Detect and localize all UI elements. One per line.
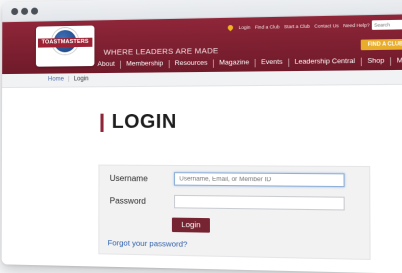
nav-item-membership[interactable]: Membership [119,60,169,69]
find-a-club-button[interactable]: FIND A CLUB [360,38,402,51]
browser-window: TOASTMASTERS WHERE LEADERS ARE MADE Logi… [1,0,402,273]
nav-item-my-toastmasters[interactable]: My Toastmasters [389,56,402,66]
toastmasters-logo[interactable]: TOASTMASTERS [35,25,95,67]
utility-link-find-club[interactable]: Find a Club [255,24,280,30]
nav-item-resources[interactable]: Resources [168,59,213,69]
breadcrumb-separator: | [68,76,70,83]
nav-item-shop[interactable]: Shop [360,57,391,67]
site-search-input[interactable] [371,19,402,30]
page-title-text: LOGIN [111,111,177,133]
nav-item-leadership-central[interactable]: Leadership Central [288,57,361,67]
main-content: LOGIN Username Password Login Forgot you… [1,84,402,273]
breadcrumb-current: Login [73,76,89,83]
utility-links: Login Find a Club Start a Club Contact U… [226,23,370,32]
window-minimize-dot[interactable] [21,7,29,15]
login-button[interactable]: Login [171,217,210,233]
nav-item-about[interactable]: About [97,61,120,69]
forgot-password-link[interactable]: Forgot your password? [108,238,188,249]
password-field[interactable] [174,194,345,211]
stage: TOASTMASTERS WHERE LEADERS ARE MADE Logi… [0,0,402,273]
login-form: Username Password Login Forgot your pass… [98,164,371,260]
site-header: TOASTMASTERS WHERE LEADERS ARE MADE Logi… [2,14,402,75]
logo-wordmark: TOASTMASTERS [37,37,93,48]
window-zoom-dot[interactable] [31,7,39,15]
title-accent-bar [100,113,104,132]
nav-item-magazine[interactable]: Magazine [212,58,255,68]
username-label: Username [109,173,148,184]
utility-link-help[interactable]: Need Help? [343,23,369,29]
utility-link-contact[interactable]: Contact Us [314,23,339,29]
nav-item-events[interactable]: Events [254,58,289,68]
utility-link-login[interactable]: Login [239,25,251,30]
breadcrumb-home-link[interactable]: Home [48,76,64,82]
utility-link-start-club[interactable]: Start a Club [284,24,310,30]
location-pin-icon [226,23,235,32]
password-label: Password [109,196,146,206]
username-field[interactable] [173,172,345,188]
page-title: LOGIN [100,111,177,134]
breadcrumb: Home | Login [48,76,89,82]
window-close-dot[interactable] [11,7,19,16]
site-tagline: WHERE LEADERS ARE MADE [103,45,219,57]
main-nav: About Membership Resources Magazine Even… [97,56,402,69]
